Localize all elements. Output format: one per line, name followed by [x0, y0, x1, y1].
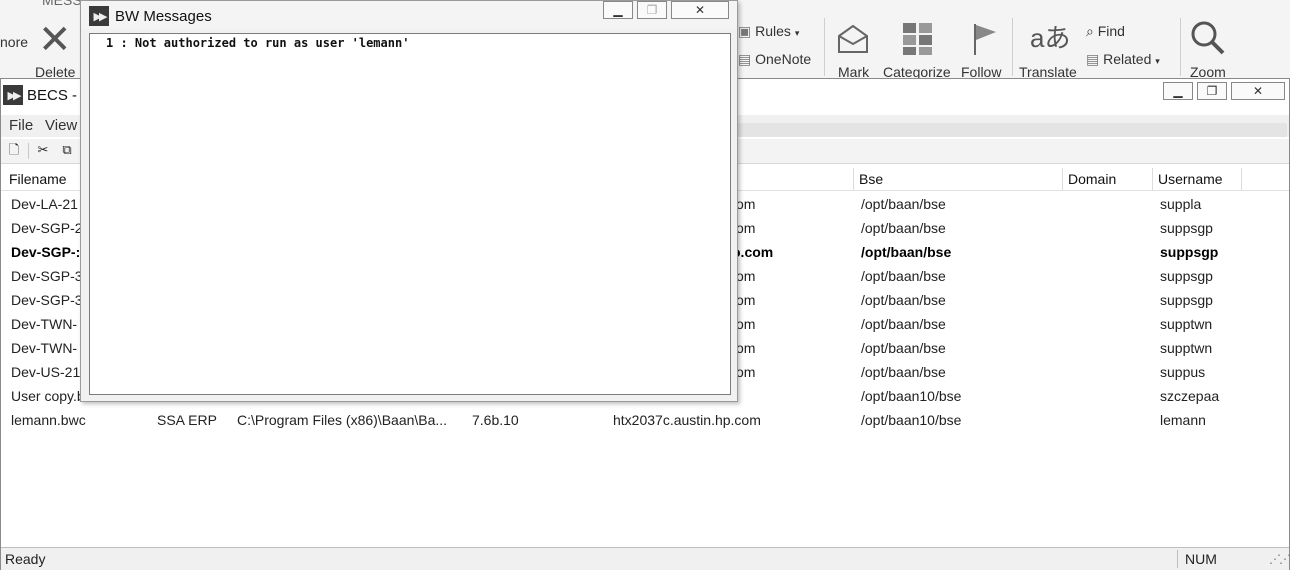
cell-bse: /opt/baan/bse — [861, 292, 946, 308]
cell-host: om — [736, 292, 756, 308]
becs-minimize-button[interactable]: ▁ — [1163, 82, 1193, 100]
bw-window-title: BW Messages — [115, 8, 212, 25]
translate-icon[interactable]: aあ — [1030, 18, 1070, 55]
cell-username: suppsgp — [1160, 244, 1219, 260]
related-icon: ▤ — [1086, 51, 1100, 67]
menu-view[interactable]: View — [45, 117, 77, 134]
cell-filename: User copy.b — [11, 388, 85, 404]
related-button[interactable]: ▤ Related ▾ — [1086, 51, 1160, 68]
col-domain[interactable]: Domain — [1068, 171, 1116, 187]
becs-app-icon: ▶▶ — [3, 85, 23, 105]
cell-host: om — [736, 196, 756, 212]
onenote-icon: ▤ — [738, 51, 752, 67]
cell-username: szczepaa — [1160, 388, 1220, 404]
cell-username: supptwn — [1160, 340, 1213, 356]
num-lock-indicator: NUM — [1185, 551, 1217, 567]
cell-bse: /opt/baan/bse — [861, 340, 946, 356]
menu-band — [737, 123, 1287, 137]
cell-type: SSA ERP — [157, 412, 217, 428]
rules-icon: ▣ — [738, 23, 752, 39]
menu-file[interactable]: File — [9, 117, 33, 134]
col-bse[interactable]: Bse — [859, 171, 883, 187]
bw-minimize-button[interactable]: ▁ — [603, 1, 633, 19]
status-text: Ready — [5, 551, 46, 567]
bw-close-button[interactable]: ✕ — [671, 1, 729, 19]
status-separator — [1177, 550, 1178, 568]
categorize-icon[interactable] — [902, 22, 934, 56]
cell-filename: Dev-LA-21 — [11, 196, 78, 212]
cell-host: om — [736, 268, 756, 284]
cell-username: suppla — [1160, 196, 1202, 212]
becs-maximize-button[interactable]: ❐ — [1197, 82, 1227, 100]
cell-host: o.com — [732, 244, 774, 260]
bw-message-area[interactable]: 1 : Not authorized to run as user 'leman… — [89, 33, 731, 395]
cell-filename: Dev-SGP-: — [11, 244, 81, 260]
follow-flag-icon[interactable] — [970, 22, 1000, 56]
cell-bse: /opt/baan10/bse — [861, 412, 962, 428]
cell-bse: /opt/baan/bse — [861, 316, 946, 332]
onenote-label: OneNote — [755, 51, 812, 67]
bw-messages-dialog: ▶▶ BW Messages ▁ ❐ ✕ 1 : Not authorized … — [80, 0, 738, 402]
cut-icon[interactable]: ✂ — [35, 142, 51, 158]
toolbar-separator — [28, 143, 29, 159]
cell-filename: Dev-SGP-3 — [11, 268, 83, 284]
cell-username: suppsgp — [1160, 220, 1213, 236]
bw-title-bar[interactable]: ▶▶ BW Messages ▁ ❐ ✕ — [81, 1, 737, 29]
col-filename[interactable]: Filename — [9, 171, 67, 187]
cell-host: om — [736, 364, 756, 380]
table-row[interactable]: lemann.bwc SSA ERP C:\Program Files (x86… — [1, 408, 1289, 432]
cell-bse: /opt/baan/bse — [861, 268, 946, 284]
ribbon-partial-label: nore — [0, 34, 29, 50]
cell-username: supptwn — [1160, 316, 1213, 332]
col-username[interactable]: Username — [1158, 171, 1223, 187]
becs-close-button[interactable]: ✕ — [1231, 82, 1285, 100]
rules-button[interactable]: ▣ Rules ▾ — [738, 23, 799, 40]
copy-icon[interactable]: ⧉ — [59, 142, 75, 158]
zoom-icon[interactable] — [1190, 20, 1226, 56]
cell-bse: /opt/baan/bse — [861, 244, 952, 260]
bw-app-icon: ▶▶ — [89, 6, 109, 26]
onenote-button[interactable]: ▤ OneNote — [738, 51, 811, 68]
cell-host: om — [736, 220, 756, 236]
cell-host: htx2037c.austin.hp.com — [613, 412, 761, 428]
related-label: Related — [1103, 51, 1152, 67]
cell-path: C:\Program Files (x86)\Baan\Ba... — [237, 412, 448, 428]
cell-bse: /opt/baan/bse — [861, 196, 946, 212]
cell-version: 7.6b.10 — [472, 412, 519, 428]
cell-filename: Dev-SGP-3 — [11, 292, 83, 308]
status-bar: Ready NUM ⋰⋰ — [1, 547, 1290, 570]
resize-grip-icon[interactable]: ⋰⋰ — [1269, 552, 1290, 566]
rules-label: Rules — [755, 23, 791, 39]
cell-filename: Dev-US-21 — [11, 364, 81, 380]
find-button[interactable]: ⌕ Find — [1086, 23, 1125, 40]
cell-username: lemann — [1160, 412, 1206, 428]
cell-bse: /opt/baan/bse — [861, 364, 946, 380]
cell-host: om — [736, 340, 756, 356]
cell-bse: /opt/baan10/bse — [861, 388, 962, 404]
cell-filename: lemann.bwc — [11, 412, 86, 428]
new-file-icon[interactable]: 🗋 — [6, 142, 22, 158]
cell-username: suppsgp — [1160, 292, 1213, 308]
cell-filename: Dev-TWN- — [11, 316, 78, 332]
cell-bse: /opt/baan/bse — [861, 220, 946, 236]
cell-filename: Dev-SGP-2 — [11, 220, 83, 236]
cell-username: suppus — [1160, 364, 1206, 380]
cell-username: suppsgp — [1160, 268, 1213, 284]
find-label: Find — [1097, 23, 1125, 39]
mark-icon[interactable] — [836, 22, 870, 56]
cell-filename: Dev-TWN- — [11, 340, 78, 356]
bw-message-line: 1 : Not authorized to run as user 'leman… — [106, 36, 410, 50]
delete-icon[interactable]: ✕ — [38, 20, 72, 60]
binoculars-icon: ⌕ — [1086, 23, 1094, 39]
cell-host: om — [736, 316, 756, 332]
bw-maximize-button[interactable]: ❐ — [637, 1, 667, 19]
